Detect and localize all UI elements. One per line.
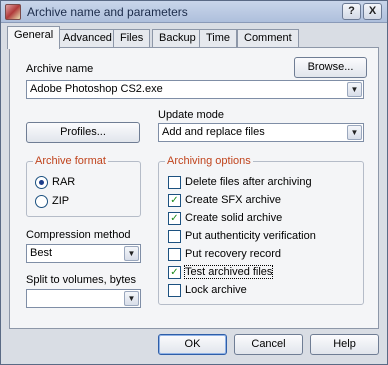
delete-files-checkbox[interactable]: [168, 176, 181, 189]
delete-files-label[interactable]: Delete files after archiving: [185, 176, 312, 188]
test-archived-checkbox[interactable]: ✓: [168, 266, 181, 279]
general-tab-panel: Archive name Browse... Adobe Photoshop C…: [9, 47, 379, 329]
archive-name-label: Archive name: [26, 63, 94, 75]
zip-label[interactable]: ZIP: [52, 195, 69, 207]
compression-method-value: Best: [30, 247, 53, 259]
recovery-record-checkbox[interactable]: [168, 248, 181, 261]
split-volumes-combo[interactable]: ▼: [26, 289, 141, 308]
rar-radio[interactable]: [35, 176, 48, 189]
archiving-options-group: Archiving options Delete files after arc…: [158, 155, 364, 305]
create-solid-checkbox[interactable]: ✓: [168, 212, 181, 225]
help-title-button[interactable]: ?: [342, 3, 361, 20]
profiles-button[interactable]: Profiles...: [26, 122, 140, 143]
tab-time[interactable]: Time: [199, 29, 238, 48]
close-button[interactable]: X: [363, 3, 382, 20]
archiving-options-title: Archiving options: [165, 155, 253, 167]
radio-dot: [39, 180, 44, 185]
lock-archive-checkbox[interactable]: [168, 284, 181, 297]
tab-backup[interactable]: Backup: [152, 29, 203, 48]
chevron-down-icon[interactable]: ▼: [124, 246, 139, 261]
zip-radio[interactable]: [35, 195, 48, 208]
split-volumes-label: Split to volumes, bytes: [26, 274, 137, 286]
compression-method-select[interactable]: Best ▼: [26, 244, 141, 263]
create-sfx-checkbox[interactable]: ✓: [168, 194, 181, 207]
recovery-record-label[interactable]: Put recovery record: [185, 248, 281, 260]
winrar-app-icon: [5, 4, 21, 20]
tab-bar: General Advanced Files Backup Time Comme…: [1, 26, 387, 49]
checkmark-icon: ✓: [170, 195, 179, 206]
cancel-button[interactable]: Cancel: [234, 334, 303, 355]
update-mode-select[interactable]: Add and replace files ▼: [158, 123, 364, 142]
window-title: Archive name and parameters: [27, 5, 188, 19]
archive-name-value: Adobe Photoshop CS2.exe: [30, 83, 163, 95]
authenticity-label[interactable]: Put authenticity verification: [185, 230, 316, 242]
lock-archive-label[interactable]: Lock archive: [185, 284, 247, 296]
rar-label[interactable]: RAR: [52, 176, 75, 188]
tab-advanced[interactable]: Advanced: [56, 29, 119, 48]
compression-method-label: Compression method: [26, 229, 131, 241]
chevron-down-icon[interactable]: ▼: [347, 82, 362, 97]
create-solid-label[interactable]: Create solid archive: [185, 212, 282, 224]
title-bar[interactable]: Archive name and parameters ? X: [1, 1, 387, 23]
chevron-down-icon[interactable]: ▼: [347, 125, 362, 140]
update-mode-label: Update mode: [158, 109, 225, 121]
dialog-window: Archive name and parameters ? X General …: [0, 0, 388, 365]
update-mode-value: Add and replace files: [162, 126, 265, 138]
checkmark-icon: ✓: [170, 213, 179, 224]
create-sfx-label[interactable]: Create SFX archive: [185, 194, 281, 206]
tab-comment[interactable]: Comment: [237, 29, 299, 48]
tab-general[interactable]: General: [7, 26, 61, 49]
help-button[interactable]: Help: [310, 334, 379, 355]
ok-button[interactable]: OK: [158, 334, 227, 355]
checkmark-icon: ✓: [170, 267, 179, 278]
archive-format-title: Archive format: [33, 155, 108, 167]
chevron-down-icon[interactable]: ▼: [124, 291, 139, 306]
browse-button[interactable]: Browse...: [294, 57, 367, 78]
authenticity-checkbox[interactable]: [168, 230, 181, 243]
archive-format-group: Archive format RAR ZIP: [26, 155, 141, 217]
tab-files[interactable]: Files: [113, 29, 151, 48]
test-archived-label[interactable]: Test archived files: [183, 265, 274, 279]
archive-name-combo[interactable]: Adobe Photoshop CS2.exe ▼: [26, 80, 364, 99]
